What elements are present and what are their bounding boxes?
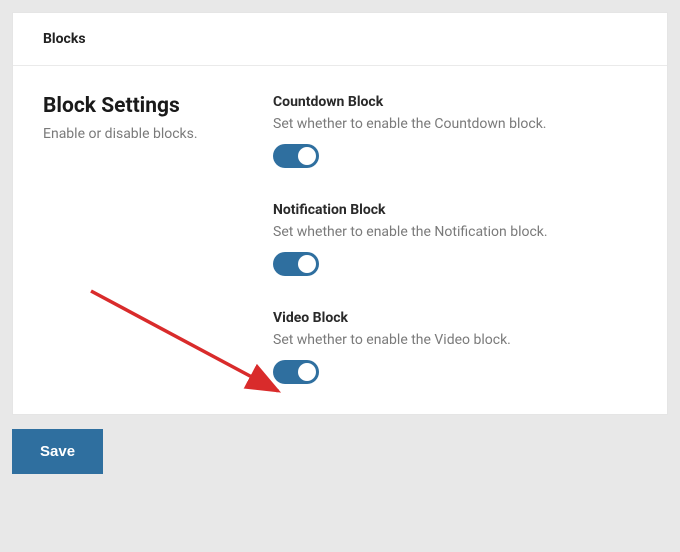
panel-title: Blocks <box>43 31 637 47</box>
setting-video-desc: Set whether to enable the Video block. <box>273 332 637 348</box>
panel-body: Block Settings Enable or disable blocks.… <box>13 66 667 414</box>
toggle-knob <box>298 147 316 165</box>
setting-countdown: Countdown Block Set whether to enable th… <box>273 94 637 168</box>
setting-countdown-desc: Set whether to enable the Countdown bloc… <box>273 116 637 132</box>
section-info: Block Settings Enable or disable blocks. <box>43 94 273 384</box>
setting-video: Video Block Set whether to enable the Vi… <box>273 310 637 384</box>
setting-notification: Notification Block Set whether to enable… <box>273 202 637 276</box>
toggle-knob <box>298 255 316 273</box>
settings-list: Countdown Block Set whether to enable th… <box>273 94 637 384</box>
save-button[interactable]: Save <box>12 429 103 474</box>
toggle-notification[interactable] <box>273 252 319 276</box>
toggle-countdown[interactable] <box>273 144 319 168</box>
setting-notification-desc: Set whether to enable the Notification b… <box>273 224 637 240</box>
section-subtitle: Enable or disable blocks. <box>43 126 273 142</box>
setting-notification-title: Notification Block <box>273 202 637 218</box>
setting-video-title: Video Block <box>273 310 637 326</box>
toggle-video[interactable] <box>273 360 319 384</box>
blocks-panel: Blocks Block Settings Enable or disable … <box>12 12 668 415</box>
setting-countdown-title: Countdown Block <box>273 94 637 110</box>
panel-header: Blocks <box>13 13 667 66</box>
toggle-knob <box>298 363 316 381</box>
section-heading: Block Settings <box>43 94 273 118</box>
